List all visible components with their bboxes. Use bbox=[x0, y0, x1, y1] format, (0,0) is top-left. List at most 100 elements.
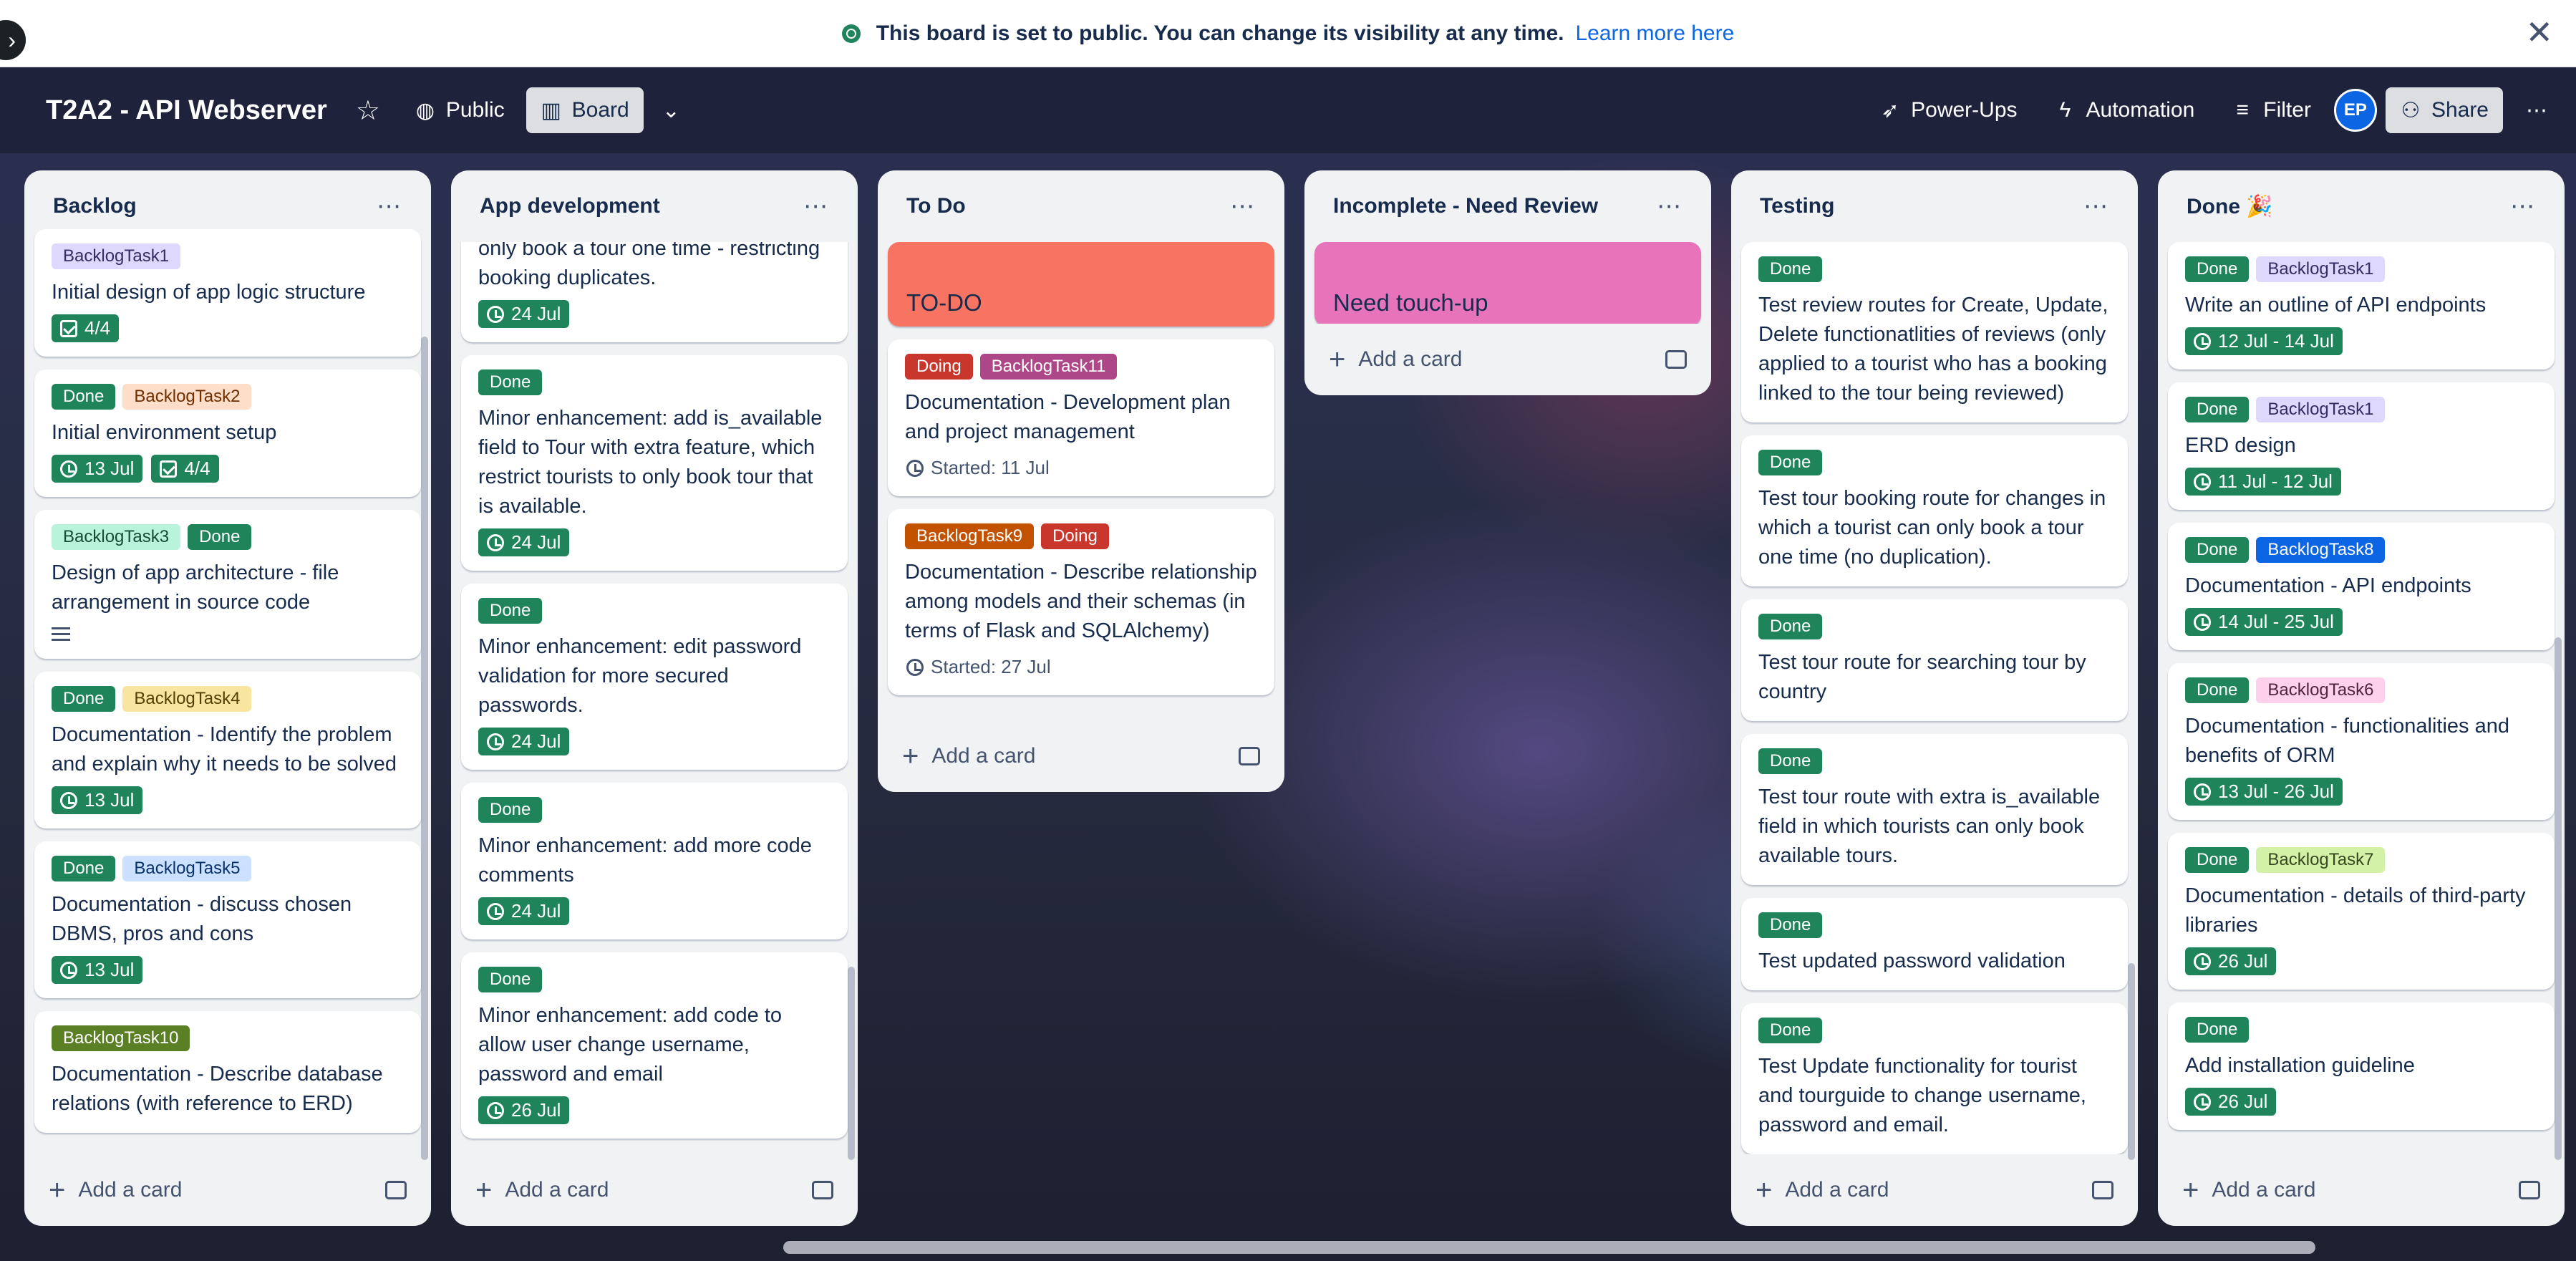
card[interactable]: BacklogTask9 Doing Documentation - Describ… bbox=[888, 509, 1274, 695]
card[interactable]: Done Minor enhancement: edit password val… bbox=[461, 584, 848, 770]
due-date-badge[interactable]: 26 Jul bbox=[2185, 1088, 2277, 1116]
card[interactable]: Done BacklogTask8 Documentation - API endp… bbox=[2168, 523, 2555, 650]
card-template-icon[interactable] bbox=[385, 1181, 407, 1199]
card[interactable]: Done Minor enhancement: add code to allow… bbox=[461, 952, 848, 1139]
card-template-icon[interactable] bbox=[2519, 1181, 2540, 1199]
card-label[interactable]: Done bbox=[478, 369, 543, 395]
due-date-badge[interactable]: 13 Jul bbox=[52, 786, 143, 814]
due-date-badge[interactable]: 13 Jul bbox=[52, 455, 143, 483]
card-label[interactable]: Done bbox=[2185, 256, 2250, 282]
due-date-badge[interactable]: 24 Jul bbox=[478, 300, 570, 328]
card[interactable]: Done Test tour route with extra is_availa… bbox=[1741, 734, 2128, 885]
due-date-badge[interactable]: 24 Jul bbox=[478, 728, 570, 755]
card[interactable]: BacklogTask10 Documentation - Describe da… bbox=[34, 1011, 421, 1133]
filter-button[interactable]: ≡ Filter bbox=[2217, 87, 2325, 133]
list-scrollbar[interactable] bbox=[848, 967, 855, 1160]
close-icon[interactable]: ✕ bbox=[2525, 16, 2553, 49]
add-card-button[interactable]: + Add a card bbox=[902, 742, 1035, 770]
card-label[interactable]: BacklogTask3 bbox=[52, 524, 181, 550]
due-date-badge[interactable]: 26 Jul bbox=[2185, 947, 2277, 975]
card[interactable]: Need touch-up bbox=[1314, 242, 1701, 324]
card[interactable]: Done Test updated password validation bbox=[1741, 898, 2128, 990]
card-label[interactable]: Done bbox=[1758, 912, 1823, 938]
list-title[interactable]: App development bbox=[480, 194, 660, 218]
card-label[interactable]: Doing bbox=[1041, 523, 1109, 549]
card-label[interactable]: Done bbox=[2185, 537, 2250, 563]
card[interactable]: Done BacklogTask6 Documentation - function… bbox=[2168, 663, 2555, 820]
card[interactable]: Minor enhancement: one tourist can only … bbox=[461, 242, 848, 342]
board-title[interactable]: T2A2 - API Webserver bbox=[46, 95, 327, 126]
add-card-button[interactable]: + Add a card bbox=[49, 1176, 182, 1204]
list-title[interactable]: To Do bbox=[906, 194, 966, 218]
learn-more-link[interactable]: Learn more here bbox=[1575, 21, 1734, 46]
card-template-icon[interactable] bbox=[812, 1181, 833, 1199]
card[interactable]: Done Minor enhancement: add is_available … bbox=[461, 355, 848, 571]
card[interactable]: Done BacklogTask1 Write an outline of API … bbox=[2168, 242, 2555, 369]
add-card-button[interactable]: + Add a card bbox=[1329, 345, 1462, 374]
card[interactable]: Done Add installation guideline 26 Jul bbox=[2168, 1002, 2555, 1130]
due-date-badge[interactable]: 13 Jul - 26 Jul bbox=[2185, 778, 2343, 806]
board-view-button[interactable]: ▥ Board bbox=[526, 87, 644, 133]
card[interactable]: Done BacklogTask5 Documentation - discuss … bbox=[34, 841, 421, 998]
views-dropdown-button[interactable]: ⌄ bbox=[648, 87, 694, 133]
power-ups-button[interactable]: ➶ Power-Ups bbox=[1865, 87, 2031, 133]
card-template-icon[interactable] bbox=[1665, 350, 1687, 369]
more-icon[interactable]: ⋯ bbox=[2510, 192, 2536, 221]
card-label[interactable]: Done bbox=[52, 686, 116, 712]
card-label[interactable]: BacklogTask7 bbox=[2256, 847, 2386, 873]
avatar[interactable]: EP bbox=[2333, 89, 2377, 132]
card[interactable]: BacklogTask1 Initial design of app logic … bbox=[34, 229, 421, 357]
card-label[interactable]: Done bbox=[52, 384, 116, 410]
due-date-badge[interactable]: 11 Jul - 12 Jul bbox=[2185, 468, 2341, 496]
list-title[interactable]: Backlog bbox=[53, 194, 137, 218]
add-card-button[interactable]: + Add a card bbox=[2182, 1176, 2315, 1204]
card-label[interactable]: Done bbox=[1758, 256, 1823, 282]
more-icon[interactable]: ⋯ bbox=[1230, 192, 1256, 221]
card-template-icon[interactable] bbox=[1239, 747, 1260, 765]
card-label[interactable]: BacklogTask2 bbox=[122, 384, 252, 410]
add-card-button[interactable]: + Add a card bbox=[1756, 1176, 1889, 1204]
list-scrollbar[interactable] bbox=[421, 337, 428, 1160]
card-label[interactable]: BacklogTask9 bbox=[905, 523, 1035, 549]
card-template-icon[interactable] bbox=[2092, 1181, 2113, 1199]
list-scrollbar[interactable] bbox=[2128, 963, 2135, 1160]
card-label[interactable]: BacklogTask8 bbox=[2256, 537, 2386, 563]
card[interactable]: BacklogTask3 Done Design of app architectu… bbox=[34, 510, 421, 659]
card-label[interactable]: Done bbox=[2185, 1017, 2250, 1043]
card-label[interactable]: BacklogTask11 bbox=[979, 354, 1118, 380]
card-label[interactable]: Done bbox=[478, 967, 543, 992]
card-label[interactable]: Done bbox=[478, 598, 543, 624]
card-label[interactable]: BacklogTask10 bbox=[52, 1025, 190, 1051]
card-label[interactable]: Done bbox=[2185, 847, 2250, 873]
list-title[interactable]: Testing bbox=[1760, 194, 1834, 218]
card-label[interactable]: BacklogTask5 bbox=[122, 856, 252, 881]
due-date-badge[interactable]: 14 Jul - 25 Jul bbox=[2185, 608, 2343, 636]
board-menu-button[interactable]: ⋯ bbox=[2512, 87, 2562, 133]
due-date-badge[interactable]: 13 Jul bbox=[52, 956, 143, 984]
list-title[interactable]: Done 🎉 bbox=[2187, 194, 2273, 219]
card[interactable]: Done BacklogTask4 Documentation - Identify… bbox=[34, 672, 421, 828]
card[interactable]: Done Test Update functionality for touris… bbox=[1741, 1003, 2128, 1154]
card[interactable]: Doing BacklogTask11 Documentation - Develo… bbox=[888, 339, 1274, 496]
more-icon[interactable]: ⋯ bbox=[377, 192, 402, 221]
more-icon[interactable]: ⋯ bbox=[1657, 192, 1682, 221]
card[interactable]: Done Test tour booking route for changes … bbox=[1741, 435, 2128, 586]
more-icon[interactable]: ⋯ bbox=[803, 192, 829, 221]
more-icon[interactable]: ⋯ bbox=[2083, 192, 2109, 221]
due-date-badge[interactable]: 26 Jul bbox=[478, 1096, 570, 1124]
card-label[interactable]: BacklogTask4 bbox=[122, 686, 252, 712]
card-label[interactable]: Done bbox=[1758, 450, 1823, 475]
automation-button[interactable]: ϟ Automation bbox=[2040, 87, 2209, 133]
list-scrollbar[interactable] bbox=[2555, 637, 2562, 1160]
card[interactable]: Done BacklogTask2 Initial environment setu… bbox=[34, 369, 421, 497]
card[interactable]: Done Minor enhancement: add more code com… bbox=[461, 783, 848, 939]
checklist-badge[interactable]: 4/4 bbox=[52, 314, 120, 342]
card-label[interactable]: Doing bbox=[905, 354, 973, 380]
due-date-badge[interactable]: 24 Jul bbox=[478, 897, 570, 925]
due-date-badge[interactable]: 12 Jul - 14 Jul bbox=[2185, 327, 2343, 355]
card-label[interactable]: Done bbox=[1758, 614, 1823, 639]
card-label[interactable]: Done bbox=[2185, 677, 2250, 703]
checklist-badge[interactable]: 4/4 bbox=[151, 455, 219, 483]
card[interactable]: TO-DO bbox=[888, 242, 1274, 327]
card-label[interactable]: Done bbox=[478, 797, 543, 823]
